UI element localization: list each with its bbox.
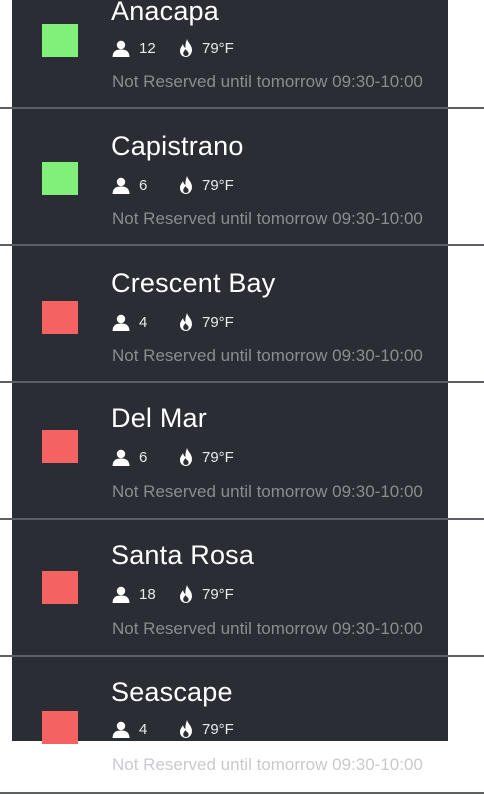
availability-indicator	[42, 711, 78, 744]
room-item[interactable]: Santa Rosa 18 79°F Not Reserved until to…	[0, 520, 484, 656]
temperature: 79°F	[202, 448, 234, 466]
room-name: Capistrano	[111, 131, 244, 161]
availability-indicator	[42, 430, 78, 463]
flame-icon	[178, 39, 194, 57]
room-meta: 4 79°F	[112, 719, 234, 739]
room-name: Crescent Bay	[111, 268, 276, 298]
flame-icon	[178, 448, 194, 466]
availability-indicator	[42, 162, 78, 195]
room-meta: 18 79°F	[112, 584, 234, 604]
flame-icon	[178, 585, 194, 603]
room-name: Anacapa	[111, 0, 219, 26]
room-item[interactable]: Seascape 4 79°F Not Reserved until tomor…	[0, 657, 484, 793]
capacity-count: 6	[139, 176, 148, 194]
person-icon	[112, 721, 130, 738]
room-item[interactable]: Anacapa 12 79°F Not Reserved until tomor…	[0, 0, 484, 108]
flame-icon	[178, 313, 194, 331]
temperature: 79°F	[202, 720, 234, 738]
room-name: Santa Rosa	[111, 540, 255, 570]
flame-icon	[178, 720, 194, 738]
availability-indicator	[42, 301, 78, 334]
room-name: Del Mar	[111, 403, 207, 433]
temperature: 79°F	[202, 39, 234, 57]
reservation-status: Not Reserved until tomorrow 09:30-10:00	[112, 755, 423, 774]
room-meta: 6 79°F	[112, 175, 234, 195]
capacity-count: 12	[139, 39, 156, 57]
room-item[interactable]: Capistrano 6 79°F Not Reserved until tom…	[0, 109, 484, 245]
temperature: 79°F	[202, 313, 234, 331]
capacity-count: 4	[139, 313, 148, 331]
reservation-status: Not Reserved until tomorrow 09:30-10:00	[112, 619, 423, 638]
temperature: 79°F	[202, 176, 234, 194]
person-icon	[112, 177, 130, 194]
temperature: 79°F	[202, 585, 234, 603]
person-icon	[112, 314, 130, 331]
reservation-status: Not Reserved until tomorrow 09:30-10:00	[112, 209, 423, 228]
room-list-page: Anacapa 12 79°F Not Reserved until tomor…	[0, 0, 484, 795]
room-meta: 6 79°F	[112, 447, 234, 467]
capacity-count: 6	[139, 448, 148, 466]
reservation-status: Not Reserved until tomorrow 09:30-10:00	[112, 72, 423, 91]
room-meta: 4 79°F	[112, 312, 234, 332]
flame-icon	[178, 176, 194, 194]
person-icon	[112, 40, 130, 57]
divider	[0, 792, 484, 794]
capacity-count: 4	[139, 720, 148, 738]
room-item[interactable]: Del Mar 6 79°F Not Reserved until tomorr…	[0, 383, 484, 519]
capacity-count: 18	[139, 585, 156, 603]
person-icon	[112, 449, 130, 466]
room-name: Seascape	[111, 677, 233, 707]
reservation-status: Not Reserved until tomorrow 09:30-10:00	[112, 482, 423, 501]
reservation-status: Not Reserved until tomorrow 09:30-10:00	[112, 346, 423, 365]
availability-indicator	[42, 571, 78, 604]
room-item[interactable]: Crescent Bay 4 79°F Not Reserved until t…	[0, 246, 484, 382]
room-meta: 12 79°F	[112, 38, 234, 58]
availability-indicator	[42, 24, 78, 57]
person-icon	[112, 586, 130, 603]
